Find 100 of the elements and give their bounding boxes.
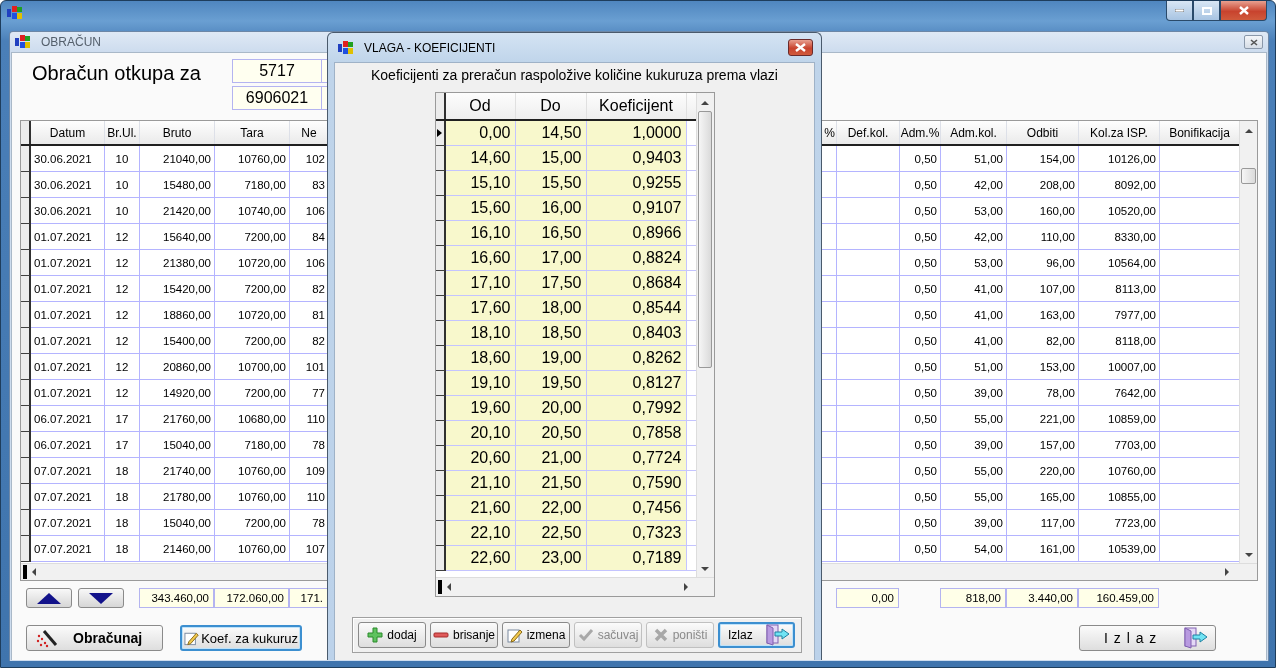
scrollbar-thumb[interactable] bbox=[1241, 168, 1256, 184]
scroll-right-icon[interactable] bbox=[683, 583, 688, 591]
calculate-button[interactable]: Obračunaj bbox=[26, 625, 163, 651]
scroll-up-icon[interactable] bbox=[701, 101, 710, 105]
row-selector[interactable] bbox=[435, 221, 446, 246]
minimize-icon bbox=[1175, 9, 1184, 12]
column-header[interactable]: Datum bbox=[31, 121, 105, 144]
minimize-button[interactable] bbox=[1166, 1, 1193, 21]
row-selector[interactable] bbox=[21, 198, 31, 224]
total-field: 818,00 bbox=[940, 588, 1006, 608]
table-cell bbox=[837, 484, 900, 510]
column-header[interactable]: Tara bbox=[215, 121, 290, 144]
close-button[interactable] bbox=[1244, 35, 1263, 49]
column-header[interactable]: Adm.% bbox=[900, 121, 941, 144]
instruction-text: Koeficijenti za preračun raspoložive količine kukuruza prema vlazi bbox=[370, 66, 779, 83]
table-cell: 8330,00 bbox=[1079, 224, 1160, 250]
row-selector[interactable] bbox=[435, 471, 446, 496]
number-field[interactable]: 6906021 bbox=[232, 86, 322, 110]
table-cell: 21780,00 bbox=[140, 484, 215, 510]
row-selector[interactable] bbox=[21, 302, 31, 328]
close-button[interactable] bbox=[1220, 1, 1267, 21]
row-selector[interactable] bbox=[21, 224, 31, 250]
row-selector[interactable] bbox=[435, 421, 446, 446]
table-cell: 18 bbox=[105, 458, 140, 484]
table-cell: 53,00 bbox=[941, 198, 1007, 224]
table-cell: 0,7323 bbox=[586, 521, 687, 546]
exit-button[interactable]: Izlaz bbox=[718, 622, 795, 648]
row-selector[interactable] bbox=[435, 196, 446, 221]
row-selector[interactable] bbox=[21, 172, 31, 198]
row-selector[interactable] bbox=[435, 121, 446, 146]
row-selector[interactable] bbox=[435, 146, 446, 171]
row-selector[interactable] bbox=[21, 510, 31, 536]
column-header[interactable]: Odbiti bbox=[1007, 121, 1079, 144]
scroll-left-icon[interactable] bbox=[32, 568, 36, 576]
column-header[interactable]: Adm.kol. bbox=[941, 121, 1007, 144]
table-cell: 21,00 bbox=[515, 446, 587, 471]
row-selector[interactable] bbox=[21, 354, 31, 380]
table-cell: 0,50 bbox=[900, 146, 941, 172]
row-selector[interactable] bbox=[21, 146, 31, 172]
row-selector[interactable] bbox=[21, 432, 31, 458]
table-cell: 154,00 bbox=[1007, 146, 1079, 172]
row-selector[interactable] bbox=[21, 328, 31, 354]
row-selector[interactable] bbox=[435, 521, 446, 546]
row-selector[interactable] bbox=[21, 380, 31, 406]
close-button[interactable] bbox=[788, 39, 813, 56]
add-button[interactable]: dodaj bbox=[358, 622, 426, 648]
table-cell: 0,9403 bbox=[586, 146, 687, 171]
horizontal-scrollbar[interactable] bbox=[435, 577, 714, 596]
table-cell bbox=[837, 432, 900, 458]
column-header[interactable]: Do bbox=[515, 93, 587, 119]
scrollbar-thumb[interactable] bbox=[23, 565, 27, 579]
scroll-up-icon[interactable] bbox=[1244, 129, 1253, 133]
row-selector[interactable] bbox=[435, 271, 446, 296]
table-cell: 21420,00 bbox=[140, 198, 215, 224]
scrollbar-thumb[interactable] bbox=[698, 111, 713, 368]
up-button[interactable] bbox=[26, 588, 72, 608]
row-selector[interactable] bbox=[21, 276, 31, 302]
number-field[interactable]: 5717 bbox=[232, 59, 322, 83]
table-cell: 22,10 bbox=[445, 521, 516, 546]
scroll-right-icon[interactable] bbox=[1225, 568, 1229, 576]
table-cell: 7180,00 bbox=[215, 432, 290, 458]
dialog-title: VLAGA - KOEFICIJENTI bbox=[364, 40, 496, 55]
row-selector[interactable] bbox=[21, 458, 31, 484]
table-cell: 78,00 bbox=[1007, 380, 1079, 406]
maximize-button[interactable] bbox=[1193, 1, 1220, 21]
table-cell: 01.07.2021 bbox=[31, 354, 105, 380]
column-header[interactable]: Od bbox=[445, 93, 516, 119]
row-selector[interactable] bbox=[435, 296, 446, 321]
column-header[interactable]: Bruto bbox=[140, 121, 215, 144]
vertical-scrollbar[interactable] bbox=[1239, 121, 1257, 563]
table-cell bbox=[837, 328, 900, 354]
scroll-down-icon[interactable] bbox=[1244, 553, 1253, 557]
down-arrow-icon bbox=[89, 592, 113, 604]
row-selector[interactable] bbox=[21, 484, 31, 510]
cross-icon bbox=[652, 627, 669, 643]
row-selector[interactable] bbox=[435, 246, 446, 271]
exit-button[interactable]: I z l a z bbox=[1079, 625, 1216, 651]
row-selector[interactable] bbox=[435, 496, 446, 521]
row-selector[interactable] bbox=[435, 171, 446, 196]
row-selector[interactable] bbox=[435, 446, 446, 471]
edit-button[interactable]: izmena bbox=[502, 622, 570, 648]
row-selector[interactable] bbox=[435, 371, 446, 396]
row-selector[interactable] bbox=[435, 321, 446, 346]
scroll-left-icon[interactable] bbox=[446, 583, 451, 591]
row-selector[interactable] bbox=[21, 406, 31, 432]
table-cell: 23,00 bbox=[515, 546, 587, 571]
down-button[interactable] bbox=[78, 588, 124, 608]
row-selector[interactable] bbox=[435, 346, 446, 371]
scroll-down-icon[interactable] bbox=[701, 567, 710, 571]
row-selector[interactable] bbox=[435, 546, 446, 571]
row-selector[interactable] bbox=[21, 536, 31, 562]
column-header[interactable]: Br.Ul. bbox=[105, 121, 140, 144]
column-header[interactable]: Koeficijent bbox=[586, 93, 687, 119]
coefficients-button[interactable]: Koef. za kukuruz bbox=[180, 625, 302, 651]
column-header[interactable]: Def.kol. bbox=[837, 121, 900, 144]
column-header[interactable]: Kol.za ISP. bbox=[1079, 121, 1160, 144]
delete-button[interactable]: brisanje bbox=[430, 622, 498, 648]
row-selector[interactable] bbox=[21, 250, 31, 276]
scrollbar-thumb[interactable] bbox=[437, 580, 442, 594]
row-selector[interactable] bbox=[435, 396, 446, 421]
